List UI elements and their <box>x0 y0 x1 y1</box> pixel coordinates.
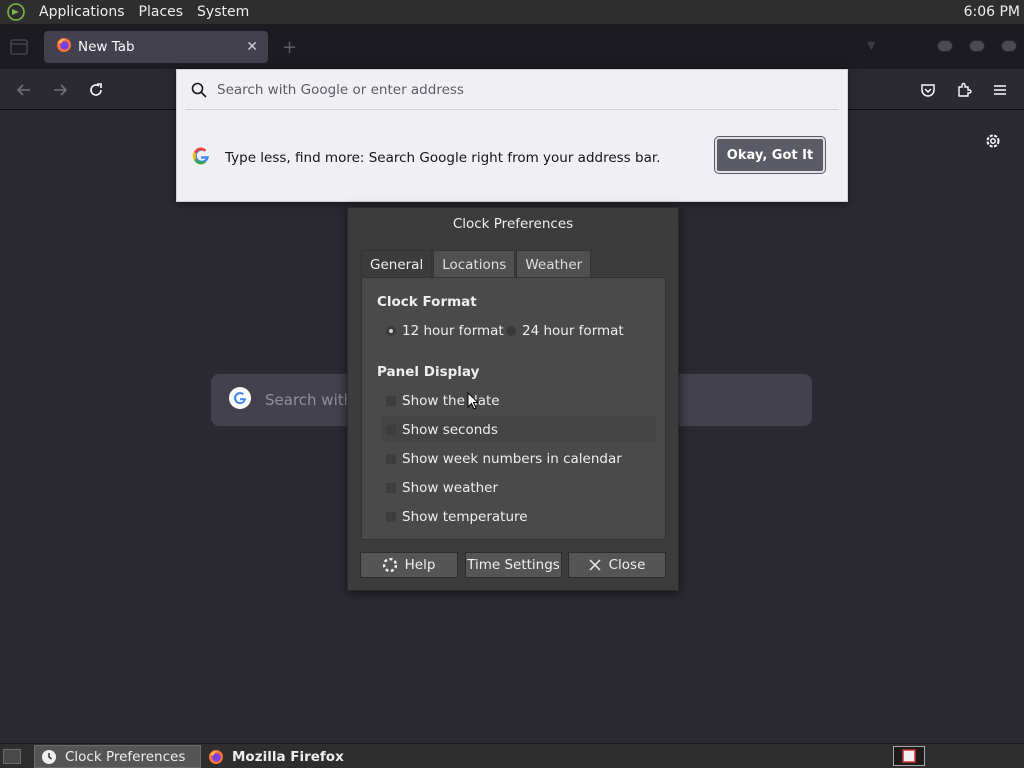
minimize-window-button[interactable] <box>937 40 953 52</box>
workspace-icon <box>902 749 916 763</box>
tip-text: Type less, find more: Search Google righ… <box>225 150 661 166</box>
search-icon <box>191 82 207 98</box>
address-bar[interactable] <box>185 70 839 110</box>
back-button[interactable] <box>14 80 34 100</box>
pocket-button[interactable] <box>918 80 938 100</box>
firefox-icon <box>208 749 224 765</box>
radio-24-hour[interactable]: 24 hour format <box>506 323 624 339</box>
reload-icon <box>90 83 102 96</box>
check-show-seconds[interactable]: Show seconds <box>386 422 498 438</box>
close-button[interactable]: Close <box>568 552 666 578</box>
radio-unselected-icon <box>506 326 516 336</box>
check-show-seconds-label: Show seconds <box>402 422 498 438</box>
okay-got-it-button[interactable]: Okay, Got It <box>714 136 826 174</box>
check-show-week-numbers[interactable]: Show week numbers in calendar <box>386 451 622 467</box>
radio-24-hour-label: 24 hour format <box>522 323 624 339</box>
help-button[interactable]: Help <box>360 552 458 578</box>
radio-12-hour-label: 12 hour format <box>402 323 504 339</box>
tab-weather[interactable]: Weather <box>516 250 592 278</box>
reload-button[interactable] <box>86 80 106 100</box>
workspace-switcher[interactable] <box>893 746 925 766</box>
radio-12-hour[interactable]: 12 hour format <box>386 323 504 339</box>
checkbox-icon <box>386 396 396 406</box>
list-all-tabs-icon[interactable]: ▼ <box>867 39 875 52</box>
tab-locations[interactable]: Locations <box>433 250 516 278</box>
search-tip: Type less, find more: Search Google righ… <box>191 146 660 170</box>
close-tab-icon[interactable]: ✕ <box>246 39 258 55</box>
check-show-week-numbers-label: Show week numbers in calendar <box>402 451 622 467</box>
task-mozilla-firefox-label: Mozilla Firefox <box>232 748 344 765</box>
time-settings-button[interactable]: Time Settings <box>465 552 562 578</box>
top-panel: Applications Places System 6:06 PM <box>0 0 1024 25</box>
forward-arrow-icon <box>54 84 68 96</box>
panel-display-heading: Panel Display <box>377 364 480 380</box>
bottom-taskbar: Clock Preferences Mozilla Firefox <box>0 743 1024 768</box>
general-tab-panel: Clock Format 12 hour format 24 hour form… <box>361 277 666 540</box>
firefox-icon <box>56 37 72 57</box>
time-settings-label: Time Settings <box>467 557 560 573</box>
new-tab-button[interactable]: + <box>282 37 297 58</box>
tab-strip: New Tab ✕ + ▼ <box>0 25 1024 69</box>
check-show-weather[interactable]: Show weather <box>386 480 498 496</box>
tab-title: New Tab <box>78 39 135 55</box>
dialog-tabs: General Locations Weather <box>361 250 592 278</box>
checkbox-icon <box>386 483 396 493</box>
check-show-date-label: Show the date <box>402 393 500 409</box>
extensions-button[interactable] <box>954 80 974 100</box>
address-input[interactable] <box>217 81 777 98</box>
dialog-title: Clock Preferences <box>452 216 574 232</box>
task-mozilla-firefox[interactable]: Mozilla Firefox <box>202 745 372 768</box>
applications-menu[interactable]: Applications <box>32 0 132 25</box>
radio-selected-icon <box>386 326 396 336</box>
forward-button[interactable] <box>50 80 70 100</box>
maximize-window-button[interactable] <box>969 40 985 52</box>
check-show-temperature-label: Show temperature <box>402 509 528 525</box>
task-clock-preferences[interactable]: Clock Preferences <box>34 745 201 768</box>
task-clock-preferences-label: Clock Preferences <box>65 748 186 765</box>
checkbox-icon <box>386 512 396 522</box>
panel-clock[interactable]: 6:06 PM <box>964 4 1020 20</box>
close-window-button[interactable] <box>1001 40 1017 52</box>
app-menu-button[interactable] <box>990 80 1010 100</box>
puzzle-icon <box>958 82 972 97</box>
hamburger-menu-icon <box>994 85 1006 95</box>
google-g-icon <box>191 146 211 170</box>
urlbar-popup: Type less, find more: Search Google righ… <box>176 69 848 202</box>
check-show-weather-label: Show weather <box>402 480 499 496</box>
system-menu[interactable]: System <box>190 0 256 25</box>
tab-list-icon[interactable] <box>10 39 28 55</box>
close-icon <box>589 559 601 571</box>
tab-new-tab[interactable]: New Tab ✕ <box>44 31 268 63</box>
distro-logo-icon[interactable] <box>5 1 27 23</box>
checkbox-icon <box>386 454 396 464</box>
help-lifebuoy-icon <box>382 558 397 572</box>
check-show-temperature[interactable]: Show temperature <box>386 509 528 525</box>
help-button-label: Help <box>404 557 436 573</box>
checkbox-icon <box>386 425 396 435</box>
places-menu[interactable]: Places <box>132 0 191 25</box>
mouse-pointer-icon <box>467 391 480 414</box>
pocket-icon <box>921 84 935 97</box>
check-show-date[interactable]: Show the date <box>386 393 500 409</box>
show-desktop-icon[interactable] <box>3 749 21 764</box>
close-button-label: Close <box>608 557 646 573</box>
clock-app-icon <box>41 749 57 765</box>
google-logo-icon <box>228 386 252 414</box>
tab-general[interactable]: General <box>361 250 433 278</box>
clock-preferences-dialog: Clock Preferences General Locations Weat… <box>347 207 679 591</box>
back-arrow-icon <box>16 84 30 96</box>
newtab-search-placeholder: Search with <box>265 391 354 409</box>
clock-format-heading: Clock Format <box>377 294 477 310</box>
newtab-settings-gear-icon[interactable] <box>984 132 1002 150</box>
